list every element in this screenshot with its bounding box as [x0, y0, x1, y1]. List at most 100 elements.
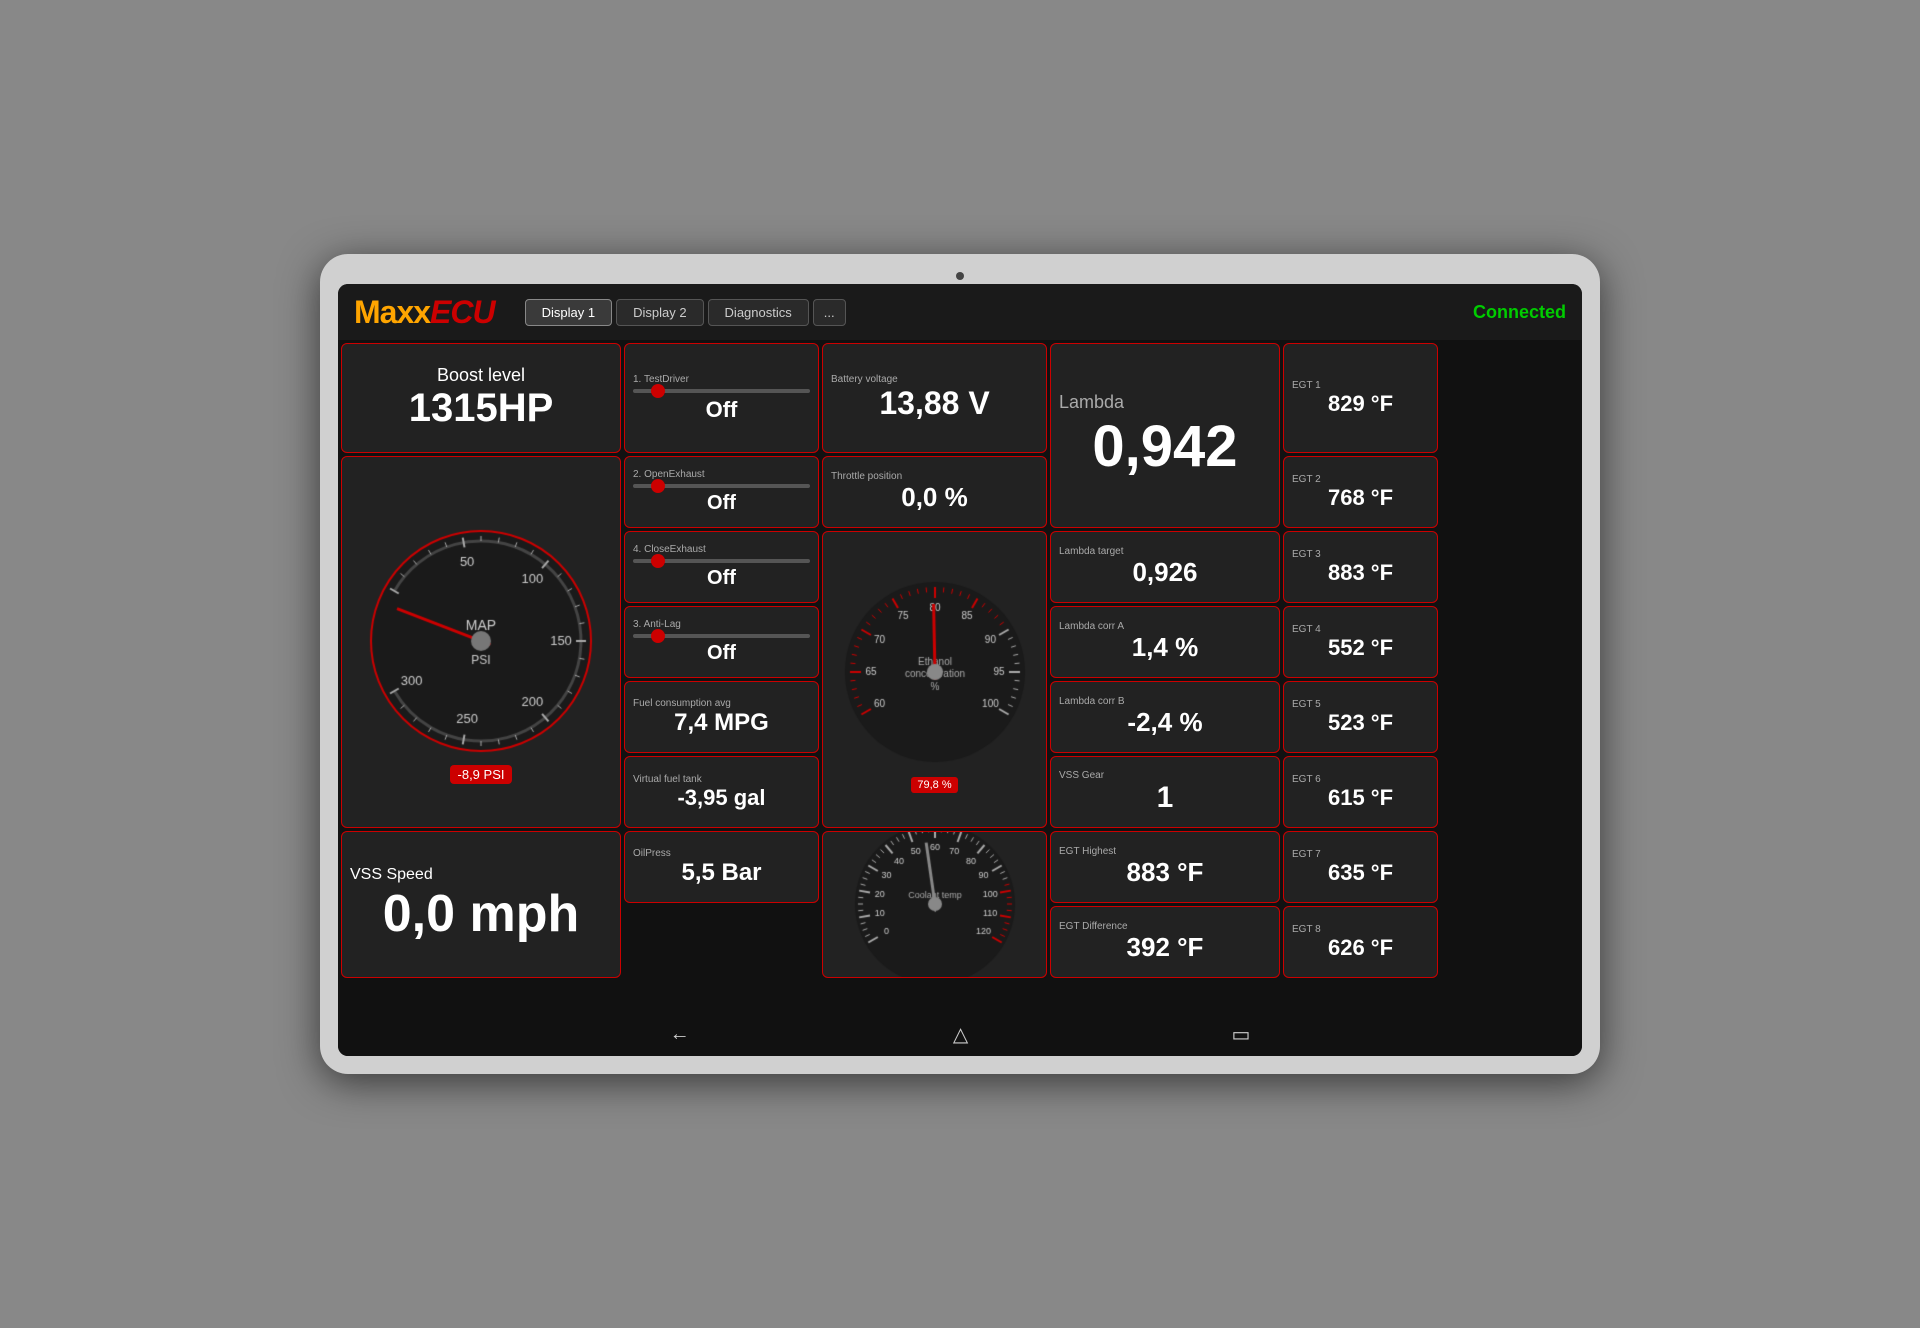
battery-cell: Battery voltage 13,88 V	[822, 343, 1047, 453]
lambda-corr-b-cell: Lambda corr B -2,4 %	[1050, 681, 1280, 753]
ethanol-badge: 79,8 %	[911, 777, 957, 793]
oilpress-value: 5,5 Bar	[681, 859, 761, 887]
closeexhaust-cell: 4. CloseExhaust Off	[624, 531, 819, 603]
recents-button[interactable]: ▭	[1231, 1022, 1250, 1047]
egt2-label: EGT 2	[1292, 474, 1321, 485]
egt1-value: 829 °F	[1328, 391, 1393, 417]
tablet-device: MaxxECU Display 1 Display 2 Diagnostics …	[320, 254, 1600, 1074]
tab-bar: Display 1 Display 2 Diagnostics ...	[525, 299, 846, 326]
logo-ecu: ECU	[430, 294, 495, 330]
boost-label: Boost level	[437, 365, 525, 386]
map-gauge-cell: -8,9 PSI	[341, 456, 621, 828]
oilpress-label: OilPress	[633, 848, 671, 859]
lambda-target-cell: Lambda target 0,926	[1050, 531, 1280, 603]
virtualtank-cell: Virtual fuel tank -3,95 gal	[624, 756, 819, 828]
tab-diagnostics[interactable]: Diagnostics	[708, 299, 809, 326]
boost-cell: Boost level 1315HP	[341, 343, 621, 453]
fuelconsumption-cell: Fuel consumption avg 7,4 MPG	[624, 681, 819, 753]
dashboard-grid: Boost level 1315HP -8,9 PSI VSS Speed 0,…	[338, 340, 1582, 1012]
vss-speed-cell: VSS Speed 0,0 mph	[341, 831, 621, 978]
egt1-cell: EGT 1 829 °F	[1283, 343, 1438, 453]
app-logo: MaxxECU	[354, 294, 495, 331]
egt2-value: 768 °F	[1328, 485, 1393, 511]
egt4-value: 552 °F	[1328, 635, 1393, 661]
vss-value: 0,0 mph	[383, 884, 580, 944]
antilag-value: Off	[707, 642, 736, 665]
lambda-corr-b-value: -2,4 %	[1127, 707, 1202, 738]
egt-highest-label: EGT Highest	[1059, 846, 1116, 857]
egt6-label: EGT 6	[1292, 774, 1321, 785]
egt2-cell: EGT 2 768 °F	[1283, 456, 1438, 528]
oilpress-cell: OilPress 5,5 Bar	[624, 831, 819, 903]
vss-gear-label: VSS Gear	[1059, 770, 1104, 781]
egt7-value: 635 °F	[1328, 860, 1393, 886]
coolant-gauge-cell: 55,9 °F	[822, 831, 1047, 978]
tab-more[interactable]: ...	[813, 299, 846, 326]
header: MaxxECU Display 1 Display 2 Diagnostics …	[338, 284, 1582, 340]
connection-status: Connected	[1473, 302, 1566, 323]
lambda-label: Lambda	[1059, 392, 1124, 413]
egt-diff-label: EGT Difference	[1059, 921, 1128, 932]
egt5-cell: EGT 5 523 °F	[1283, 681, 1438, 753]
egt5-value: 523 °F	[1328, 710, 1393, 736]
throttle-label: Throttle position	[831, 471, 902, 482]
egt-highest-cell: EGT Highest 883 °F	[1050, 831, 1280, 903]
back-button[interactable]: ←	[670, 1023, 690, 1046]
closeexhaust-label: 4. CloseExhaust	[633, 544, 706, 555]
egt3-value: 883 °F	[1328, 560, 1393, 586]
openexhaust-cell: 2. OpenExhaust Off	[624, 456, 819, 528]
antilag-cell: 3. Anti-Lag Off	[624, 606, 819, 678]
driver-cell: 1. TestDriver Off	[624, 343, 819, 453]
vss-gear-value: 1	[1157, 781, 1174, 815]
egt8-cell: EGT 8 626 °F	[1283, 906, 1438, 978]
map-psi-badge: -8,9 PSI	[450, 765, 513, 784]
tab-display1[interactable]: Display 1	[525, 299, 612, 326]
virtualtank-value: -3,95 gal	[677, 785, 765, 811]
lambda-corr-a-cell: Lambda corr A 1,4 %	[1050, 606, 1280, 678]
egt3-cell: EGT 3 883 °F	[1283, 531, 1438, 603]
throttle-value: 0,0 %	[901, 482, 968, 513]
tablet-screen: MaxxECU Display 1 Display 2 Diagnostics …	[338, 284, 1582, 1056]
egt6-value: 615 °F	[1328, 785, 1393, 811]
coolant-gauge-canvas	[830, 831, 1040, 978]
egt-diff-cell: EGT Difference 392 °F	[1050, 906, 1280, 978]
egt7-label: EGT 7	[1292, 849, 1321, 860]
driver-value: Off	[706, 397, 738, 423]
fuelconsumption-value: 7,4 MPG	[674, 709, 769, 737]
egt8-label: EGT 8	[1292, 924, 1321, 935]
fuelconsumption-label: Fuel consumption avg	[633, 698, 731, 709]
throttle-cell: Throttle position 0,0 %	[822, 456, 1047, 528]
boost-value: 1315HP	[409, 386, 554, 431]
lambda-corr-a-value: 1,4 %	[1132, 632, 1199, 663]
closeexhaust-value: Off	[707, 567, 736, 590]
vss-gear-cell: VSS Gear 1	[1050, 756, 1280, 828]
egt-diff-value: 392 °F	[1127, 932, 1204, 963]
lambda-value: 0,942	[1092, 413, 1237, 480]
home-button[interactable]: △	[953, 1022, 968, 1047]
lambda-corr-a-label: Lambda corr A	[1059, 621, 1124, 632]
ethanol-gauge-cell: 79,8 %	[822, 531, 1047, 828]
ethanol-gauge-canvas	[830, 567, 1040, 777]
openexhaust-value: Off	[707, 492, 736, 515]
lambda-cell: Lambda 0,942	[1050, 343, 1280, 528]
android-nav-bar: ← △ ▭	[338, 1012, 1582, 1056]
logo-maxx: Maxx	[354, 294, 430, 330]
egt4-label: EGT 4	[1292, 624, 1321, 635]
camera-dot	[956, 272, 964, 280]
battery-value: 13,88 V	[879, 385, 989, 422]
egt4-cell: EGT 4 552 °F	[1283, 606, 1438, 678]
egt7-cell: EGT 7 635 °F	[1283, 831, 1438, 903]
openexhaust-label: 2. OpenExhaust	[633, 469, 705, 480]
egt-highest-value: 883 °F	[1127, 857, 1204, 888]
battery-label: Battery voltage	[831, 374, 898, 385]
egt1-label: EGT 1	[1292, 380, 1321, 391]
lambda-corr-b-label: Lambda corr B	[1059, 696, 1125, 707]
map-gauge-canvas	[351, 501, 611, 761]
tab-display2[interactable]: Display 2	[616, 299, 703, 326]
lambda-target-value: 0,926	[1132, 557, 1197, 588]
virtualtank-label: Virtual fuel tank	[633, 774, 702, 785]
egt3-label: EGT 3	[1292, 549, 1321, 560]
egt6-cell: EGT 6 615 °F	[1283, 756, 1438, 828]
lambda-target-label: Lambda target	[1059, 546, 1124, 557]
egt5-label: EGT 5	[1292, 699, 1321, 710]
